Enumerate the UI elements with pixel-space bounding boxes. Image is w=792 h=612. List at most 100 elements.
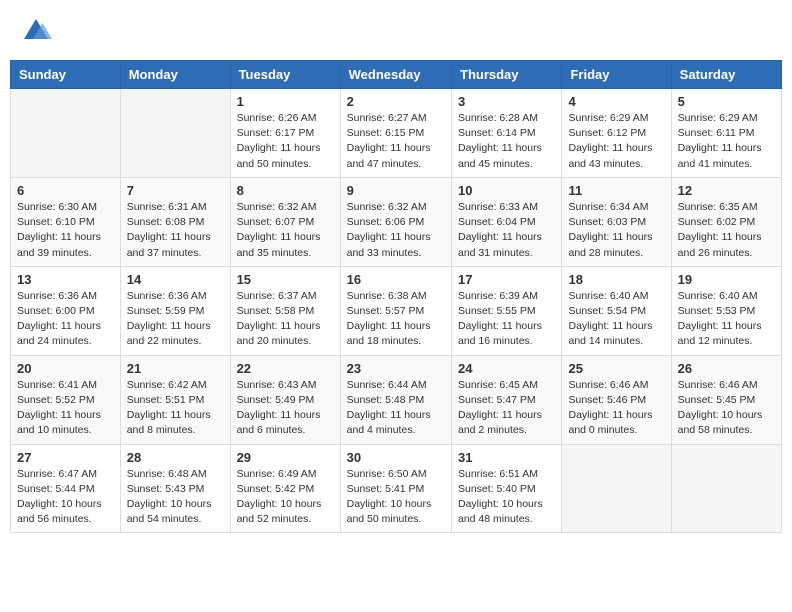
calendar-cell: 29Sunrise: 6:49 AM Sunset: 5:42 PM Dayli…	[230, 444, 340, 533]
day-number: 24	[458, 361, 555, 376]
day-number: 8	[237, 183, 334, 198]
day-number: 15	[237, 272, 334, 287]
calendar-cell: 13 Sunrise: 6:36 AM Sunset: 6:00 PM Dayli…	[11, 266, 121, 355]
col-header-sunday: Sunday	[11, 61, 121, 89]
calendar-cell: 28Sunrise: 6:48 AM Sunset: 5:43 PM Dayli…	[120, 444, 230, 533]
col-header-tuesday: Tuesday	[230, 61, 340, 89]
calendar-cell	[671, 444, 781, 533]
day-number: 26	[678, 361, 775, 376]
day-number: 9	[347, 183, 445, 198]
day-number: 19	[678, 272, 775, 287]
day-info: Sunrise: 6:42 AM Sunset: 5:51 PM Dayligh…	[127, 378, 224, 439]
calendar-cell	[11, 89, 121, 178]
week-row-1: 1Sunrise: 6:26 AM Sunset: 6:17 PM Daylig…	[11, 89, 782, 178]
col-header-friday: Friday	[562, 61, 671, 89]
calendar-cell: 10 Sunrise: 6:33 AM Sunset: 6:04 PM Dayli…	[452, 177, 562, 266]
week-row-3: 13 Sunrise: 6:36 AM Sunset: 6:00 PM Dayli…	[11, 266, 782, 355]
calendar-cell: 24 Sunrise: 6:45 AM Sunset: 5:47 PM Dayli…	[452, 355, 562, 444]
day-number: 14	[127, 272, 224, 287]
calendar-cell: 7 Sunrise: 6:31 AM Sunset: 6:08 PM Daylig…	[120, 177, 230, 266]
calendar-cell: 18 Sunrise: 6:40 AM Sunset: 5:54 PM Dayli…	[562, 266, 671, 355]
calendar-cell: 12 Sunrise: 6:35 AM Sunset: 6:02 PM Dayli…	[671, 177, 781, 266]
calendar-cell: 15 Sunrise: 6:37 AM Sunset: 5:58 PM Dayli…	[230, 266, 340, 355]
day-info: Sunrise: 6:47 AM Sunset: 5:44 PM Dayligh…	[17, 467, 114, 528]
week-row-5: 27 Sunrise: 6:47 AM Sunset: 5:44 PM Dayli…	[11, 444, 782, 533]
day-info: Sunrise: 6:29 AM Sunset: 6:12 PM Dayligh…	[568, 111, 664, 172]
day-info: Sunrise: 6:38 AM Sunset: 5:57 PM Dayligh…	[347, 289, 445, 350]
day-info: Sunrise: 6:36 AM Sunset: 5:59 PM Dayligh…	[127, 289, 224, 350]
calendar-cell: 2 Sunrise: 6:27 AM Sunset: 6:15 PM Daylig…	[340, 89, 451, 178]
calendar-cell	[562, 444, 671, 533]
day-number: 29	[237, 450, 334, 465]
day-info: Sunrise: 6:40 AM Sunset: 5:53 PM Dayligh…	[678, 289, 775, 350]
calendar-cell: 22 Sunrise: 6:43 AM Sunset: 5:49 PM Dayli…	[230, 355, 340, 444]
day-info: Sunrise: 6:32 AM Sunset: 6:06 PM Dayligh…	[347, 200, 445, 261]
calendar-cell: 26 Sunrise: 6:46 AM Sunset: 5:45 PM Dayli…	[671, 355, 781, 444]
day-number: 23	[347, 361, 445, 376]
day-info: Sunrise: 6:36 AM Sunset: 6:00 PM Dayligh…	[17, 289, 114, 350]
calendar-header-row: SundayMondayTuesdayWednesdayThursdayFrid…	[11, 61, 782, 89]
col-header-thursday: Thursday	[452, 61, 562, 89]
calendar-cell: 11 Sunrise: 6:34 AM Sunset: 6:03 PM Dayli…	[562, 177, 671, 266]
day-number: 3	[458, 94, 555, 109]
day-number: 28	[127, 450, 224, 465]
logo-icon	[20, 15, 52, 47]
calendar-cell: 3 Sunrise: 6:28 AM Sunset: 6:14 PM Daylig…	[452, 89, 562, 178]
day-info: Sunrise: 6:37 AM Sunset: 5:58 PM Dayligh…	[237, 289, 334, 350]
day-number: 1	[237, 94, 334, 109]
day-number: 2	[347, 94, 445, 109]
day-info: Sunrise: 6:30 AM Sunset: 6:10 PM Dayligh…	[17, 200, 114, 261]
day-number: 10	[458, 183, 555, 198]
day-info: Sunrise: 6:31 AM Sunset: 6:08 PM Dayligh…	[127, 200, 224, 261]
calendar-cell: 20 Sunrise: 6:41 AM Sunset: 5:52 PM Dayli…	[11, 355, 121, 444]
day-number: 4	[568, 94, 664, 109]
calendar-cell: 4 Sunrise: 6:29 AM Sunset: 6:12 PM Daylig…	[562, 89, 671, 178]
day-number: 27	[17, 450, 114, 465]
day-number: 20	[17, 361, 114, 376]
day-number: 18	[568, 272, 664, 287]
day-info: Sunrise: 6:46 AM Sunset: 5:46 PM Dayligh…	[568, 378, 664, 439]
day-number: 16	[347, 272, 445, 287]
day-info: Sunrise: 6:41 AM Sunset: 5:52 PM Dayligh…	[17, 378, 114, 439]
day-number: 22	[237, 361, 334, 376]
page-header	[10, 10, 782, 52]
day-number: 12	[678, 183, 775, 198]
calendar-cell: 6 Sunrise: 6:30 AM Sunset: 6:10 PM Daylig…	[11, 177, 121, 266]
calendar-cell: 25 Sunrise: 6:46 AM Sunset: 5:46 PM Dayli…	[562, 355, 671, 444]
day-info: Sunrise: 6:44 AM Sunset: 5:48 PM Dayligh…	[347, 378, 445, 439]
calendar-cell: 5Sunrise: 6:29 AM Sunset: 6:11 PM Daylig…	[671, 89, 781, 178]
day-info: Sunrise: 6:29 AM Sunset: 6:11 PM Dayligh…	[678, 111, 775, 172]
day-info: Sunrise: 6:28 AM Sunset: 6:14 PM Dayligh…	[458, 111, 555, 172]
day-info: Sunrise: 6:45 AM Sunset: 5:47 PM Dayligh…	[458, 378, 555, 439]
calendar-table: SundayMondayTuesdayWednesdayThursdayFrid…	[10, 60, 782, 533]
calendar-cell: 27 Sunrise: 6:47 AM Sunset: 5:44 PM Dayli…	[11, 444, 121, 533]
day-number: 17	[458, 272, 555, 287]
day-info: Sunrise: 6:32 AM Sunset: 6:07 PM Dayligh…	[237, 200, 334, 261]
day-number: 13	[17, 272, 114, 287]
day-info: Sunrise: 6:33 AM Sunset: 6:04 PM Dayligh…	[458, 200, 555, 261]
week-row-2: 6 Sunrise: 6:30 AM Sunset: 6:10 PM Daylig…	[11, 177, 782, 266]
day-number: 30	[347, 450, 445, 465]
calendar-cell: 14 Sunrise: 6:36 AM Sunset: 5:59 PM Dayli…	[120, 266, 230, 355]
col-header-saturday: Saturday	[671, 61, 781, 89]
calendar-cell: 1Sunrise: 6:26 AM Sunset: 6:17 PM Daylig…	[230, 89, 340, 178]
day-info: Sunrise: 6:35 AM Sunset: 6:02 PM Dayligh…	[678, 200, 775, 261]
day-info: Sunrise: 6:43 AM Sunset: 5:49 PM Dayligh…	[237, 378, 334, 439]
day-info: Sunrise: 6:40 AM Sunset: 5:54 PM Dayligh…	[568, 289, 664, 350]
calendar-cell: 31Sunrise: 6:51 AM Sunset: 5:40 PM Dayli…	[452, 444, 562, 533]
day-number: 25	[568, 361, 664, 376]
day-number: 6	[17, 183, 114, 198]
col-header-monday: Monday	[120, 61, 230, 89]
day-number: 7	[127, 183, 224, 198]
calendar-cell: 16 Sunrise: 6:38 AM Sunset: 5:57 PM Dayli…	[340, 266, 451, 355]
day-info: Sunrise: 6:27 AM Sunset: 6:15 PM Dayligh…	[347, 111, 445, 172]
calendar-cell: 9 Sunrise: 6:32 AM Sunset: 6:06 PM Daylig…	[340, 177, 451, 266]
day-info: Sunrise: 6:39 AM Sunset: 5:55 PM Dayligh…	[458, 289, 555, 350]
week-row-4: 20 Sunrise: 6:41 AM Sunset: 5:52 PM Dayli…	[11, 355, 782, 444]
day-number: 11	[568, 183, 664, 198]
day-info: Sunrise: 6:46 AM Sunset: 5:45 PM Dayligh…	[678, 378, 775, 439]
calendar-cell: 8 Sunrise: 6:32 AM Sunset: 6:07 PM Daylig…	[230, 177, 340, 266]
day-info: Sunrise: 6:51 AM Sunset: 5:40 PM Dayligh…	[458, 467, 555, 528]
day-info: Sunrise: 6:34 AM Sunset: 6:03 PM Dayligh…	[568, 200, 664, 261]
col-header-wednesday: Wednesday	[340, 61, 451, 89]
